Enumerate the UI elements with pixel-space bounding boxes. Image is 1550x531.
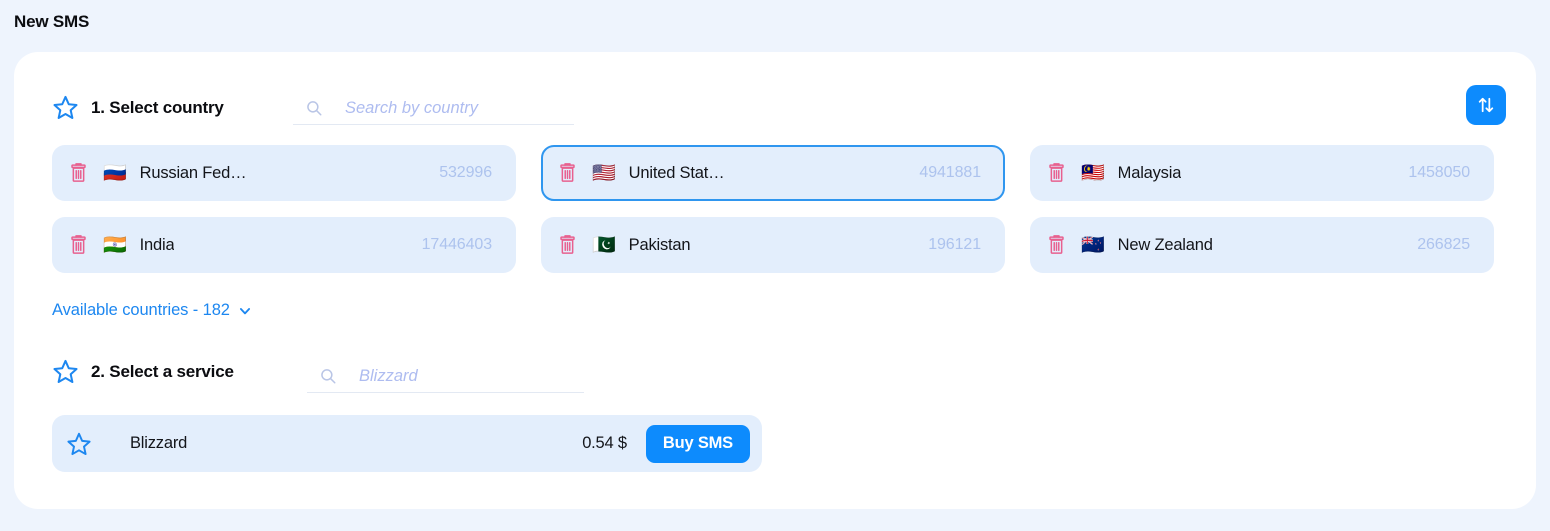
service-name: Blizzard	[130, 434, 188, 452]
star-outline-icon[interactable]	[52, 358, 79, 385]
trash-icon[interactable]	[68, 162, 89, 184]
trash-icon[interactable]	[557, 234, 578, 256]
country-count: 4941881	[919, 164, 981, 181]
available-countries-label: Available countries - 182	[52, 301, 230, 319]
trash-icon[interactable]	[1046, 162, 1067, 184]
sort-toggle-button[interactable]	[1466, 85, 1506, 125]
new-sms-card: 1. Select country 🇷🇺 Russian Fed… 532996 🇺🇸…	[14, 52, 1536, 509]
country-card[interactable]: 🇷🇺 Russian Fed… 532996	[52, 145, 516, 201]
chevron-down-icon	[239, 307, 250, 314]
search-input-service[interactable]	[359, 366, 569, 386]
country-count: 1458050	[1408, 164, 1470, 181]
country-flag: 🇵🇰	[592, 233, 616, 256]
country-grid: 🇷🇺 Russian Fed… 532996 🇺🇸 United Stat… 494188…	[52, 145, 1502, 273]
search-icon	[307, 101, 322, 116]
country-name: India	[139, 235, 175, 254]
buy-sms-button[interactable]: Buy SMS	[645, 424, 750, 463]
step-2-label: 2. Select a service	[91, 361, 234, 381]
page-title: New SMS	[14, 12, 90, 31]
service-list: Blizzard 0.54 $ Buy SMS	[52, 415, 762, 472]
country-card[interactable]: 🇺🇸 United Stat… 4941881	[541, 145, 1005, 201]
country-card[interactable]: 🇵🇰 Pakistan 196121	[541, 217, 1005, 273]
country-flag: 🇮🇳	[103, 233, 127, 256]
country-name: Russian Fed…	[139, 163, 247, 182]
country-name: Pakistan	[628, 235, 691, 254]
star-outline-icon[interactable]	[52, 94, 79, 121]
service-price: 0.54 $	[582, 434, 627, 452]
search-input-country[interactable]	[345, 98, 555, 118]
country-flag: 🇷🇺	[103, 161, 127, 184]
trash-icon[interactable]	[1046, 234, 1067, 256]
country-count: 532996	[439, 164, 492, 181]
search-icon	[321, 369, 336, 384]
country-card[interactable]: 🇲🇾 Malaysia 1458050	[1030, 145, 1494, 201]
country-card[interactable]: 🇳🇿 New Zealand 266825	[1030, 217, 1494, 273]
country-flag: 🇺🇸	[592, 161, 616, 184]
country-count: 17446403	[421, 236, 492, 253]
step-1-header: 1. Select country	[52, 94, 224, 121]
service-row[interactable]: Blizzard 0.54 $ Buy SMS	[52, 415, 762, 472]
country-name: United Stat…	[628, 163, 725, 182]
step-1-label: 1. Select country	[91, 97, 224, 117]
country-name: New Zealand	[1117, 235, 1213, 254]
trash-icon[interactable]	[68, 234, 89, 256]
available-countries-toggle[interactable]: Available countries - 182	[52, 301, 252, 320]
country-flag: 🇲🇾	[1081, 161, 1105, 184]
trash-icon[interactable]	[557, 162, 578, 184]
country-card[interactable]: 🇮🇳 India 17446403	[52, 217, 516, 273]
country-name: Malaysia	[1117, 163, 1182, 182]
service-search-field[interactable]	[307, 360, 584, 393]
country-count: 196121	[928, 236, 981, 253]
star-outline-icon[interactable]	[66, 431, 92, 457]
country-flag: 🇳🇿	[1081, 233, 1105, 256]
country-search-field[interactable]	[293, 92, 574, 125]
country-count: 266825	[1417, 236, 1470, 253]
step-2-header: 2. Select a service	[52, 358, 234, 385]
sort-arrows-icon	[1478, 97, 1494, 113]
